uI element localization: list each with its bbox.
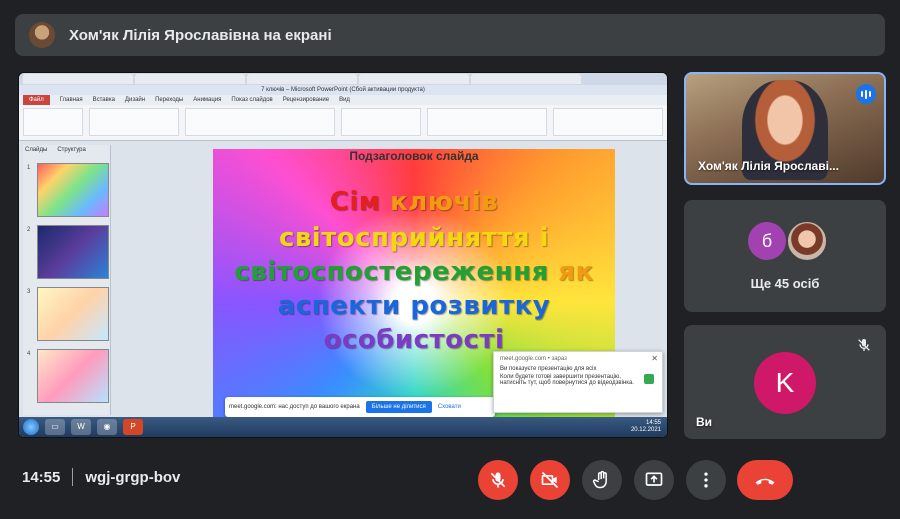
presenter-tile[interactable]: Хом'як Лілія Ярославі... bbox=[684, 72, 886, 185]
ppt-menu-file: Файл bbox=[23, 95, 50, 105]
ribbon-group bbox=[89, 108, 179, 136]
participant-avatar: б bbox=[748, 222, 786, 260]
ribbon-group bbox=[23, 108, 83, 136]
browser-tab bbox=[135, 74, 245, 84]
title-word: аспекти bbox=[277, 291, 401, 321]
ppt-menubar: Файл Главная Вставка Дизайн Переходы Ани… bbox=[19, 95, 667, 105]
start-icon[interactable] bbox=[23, 419, 39, 435]
browser-tab bbox=[471, 74, 581, 84]
slide-number: 3 bbox=[27, 289, 31, 295]
notification-heading: Ви показуєте презентацію для всіх bbox=[500, 366, 597, 372]
chrome-icon[interactable]: ◉ bbox=[97, 419, 117, 435]
presenter-avatar bbox=[29, 22, 55, 48]
powerpoint-icon[interactable]: P bbox=[123, 419, 143, 435]
close-icon[interactable]: ✕ bbox=[651, 354, 658, 363]
slide-thumbnail bbox=[37, 287, 109, 341]
slide-thumbnail bbox=[37, 349, 109, 403]
ribbon-group bbox=[341, 108, 421, 136]
self-label: Ви bbox=[696, 415, 713, 429]
participant-photo-avatar bbox=[786, 220, 828, 262]
slide-number: 1 bbox=[27, 165, 31, 171]
ribbon-group bbox=[185, 108, 335, 136]
ppt-menu-insert: Вставка bbox=[92, 97, 115, 103]
others-count: Ще 45 осіб bbox=[750, 276, 820, 291]
hang-up-icon bbox=[755, 478, 775, 485]
more-options-button[interactable] bbox=[686, 460, 726, 500]
title-word: світоспостереження bbox=[234, 257, 549, 287]
notification-body: Коли будете готові завершити презентацію… bbox=[500, 374, 634, 386]
slide-title-line-3: світоспостереження як bbox=[213, 257, 615, 287]
meeting-time: 14:55 bbox=[22, 468, 61, 486]
slide-thumbnail bbox=[37, 225, 109, 279]
meeting-info: 14:55 wgj-grgp-bov bbox=[22, 468, 180, 486]
camera-off-icon bbox=[541, 471, 559, 489]
mic-off-icon bbox=[858, 339, 870, 351]
divider bbox=[72, 468, 74, 486]
slide-title-line-4: аспекти розвитку bbox=[213, 291, 615, 321]
hand-icon bbox=[592, 470, 607, 489]
shared-screen: 7 ключів – Microsoft PowerPoint (Сбой ак… bbox=[18, 72, 668, 438]
windows-taskbar: ▭ W ◉ P 14:55 20.12.2021 bbox=[19, 417, 667, 437]
ppt-menu-transitions: Переходы bbox=[155, 97, 184, 103]
browser-tabs bbox=[19, 73, 667, 85]
camera-button[interactable] bbox=[530, 460, 570, 500]
slide-number: 2 bbox=[27, 227, 31, 233]
meet-notification[interactable]: meet.google.com • зараз ✕ Ви показуєте п… bbox=[493, 351, 663, 413]
title-word: ключів bbox=[390, 187, 499, 217]
ppt-ribbon bbox=[19, 105, 667, 141]
taskbar-date: 20.12.2021 bbox=[630, 427, 661, 433]
title-word: і bbox=[539, 223, 550, 253]
title-word: світосприйняття bbox=[278, 223, 531, 253]
tab-outline: Структура bbox=[57, 147, 86, 153]
slide-title-line-2: світосприйняття і bbox=[213, 223, 615, 253]
ppt-menu-home: Главная bbox=[59, 97, 83, 103]
hide-notice-button[interactable]: Сховати bbox=[438, 404, 461, 410]
browser-tab bbox=[247, 74, 357, 84]
meet-logo-icon bbox=[644, 374, 654, 384]
self-tile[interactable]: K Ви bbox=[684, 325, 886, 439]
speaking-indicator-icon bbox=[856, 84, 876, 104]
ppt-menu-animation: Анимация bbox=[193, 97, 222, 103]
meeting-code[interactable]: wgj-grgp-bov bbox=[85, 469, 180, 486]
taskbar-time: 14:55 bbox=[645, 420, 661, 426]
others-tile[interactable]: б Ще 45 осіб bbox=[684, 200, 886, 312]
presenting-banner: Хом'як Лілія Ярославівна на екрані bbox=[15, 14, 885, 56]
presenting-title: Хом'як Лілія Ярославівна на екрані bbox=[69, 26, 332, 44]
screen-share-notice: meet.google.com: нас доступ до вашого ек… bbox=[225, 397, 495, 417]
ppt-window-title: 7 ключів – Microsoft PowerPoint (Сбой ак… bbox=[19, 85, 667, 95]
slide-thumbnail bbox=[37, 163, 109, 217]
more-vert-icon bbox=[704, 472, 708, 488]
ppt-menu-review: Рецензирование bbox=[282, 97, 330, 103]
self-avatar: K bbox=[754, 352, 816, 414]
ppt-menu-design: Дизайн bbox=[124, 97, 146, 103]
ppt-menu-slideshow: Показ слайдов bbox=[231, 97, 273, 103]
browser-tab bbox=[359, 74, 469, 84]
ppt-menu-view: Вид bbox=[339, 97, 350, 103]
leave-call-button[interactable] bbox=[737, 460, 793, 500]
browser-tab bbox=[23, 74, 133, 84]
slide-title-line-1: Сім ключів bbox=[213, 187, 615, 217]
presenter-name: Хом'як Лілія Ярославі... bbox=[698, 159, 839, 173]
share-notice-text: meet.google.com: нас доступ до вашого ек… bbox=[229, 404, 360, 410]
microphone-button[interactable] bbox=[478, 460, 518, 500]
title-word: Сім bbox=[329, 187, 381, 217]
stop-sharing-button[interactable]: Більше не ділитися bbox=[365, 401, 432, 413]
word-icon[interactable]: W bbox=[71, 419, 91, 435]
title-word: як bbox=[558, 257, 594, 287]
explorer-icon[interactable]: ▭ bbox=[45, 419, 65, 435]
slide-number: 4 bbox=[27, 351, 31, 357]
slide-subtitle: Подзаголовок слайда bbox=[349, 149, 479, 163]
raise-hand-button[interactable] bbox=[582, 460, 622, 500]
mic-off-icon bbox=[490, 472, 506, 488]
notification-source: meet.google.com • зараз bbox=[500, 356, 567, 362]
ribbon-group bbox=[553, 108, 663, 136]
present-screen-icon bbox=[645, 472, 663, 486]
title-word: розвитку bbox=[410, 291, 551, 321]
ribbon-group bbox=[427, 108, 547, 136]
slides-panel: Слайды Структура 1 2 3 4 bbox=[23, 145, 111, 415]
present-button[interactable] bbox=[634, 460, 674, 500]
taskbar-clock: 14:55 20.12.2021 bbox=[631, 420, 661, 434]
tab-slides: Слайды bbox=[25, 147, 48, 153]
